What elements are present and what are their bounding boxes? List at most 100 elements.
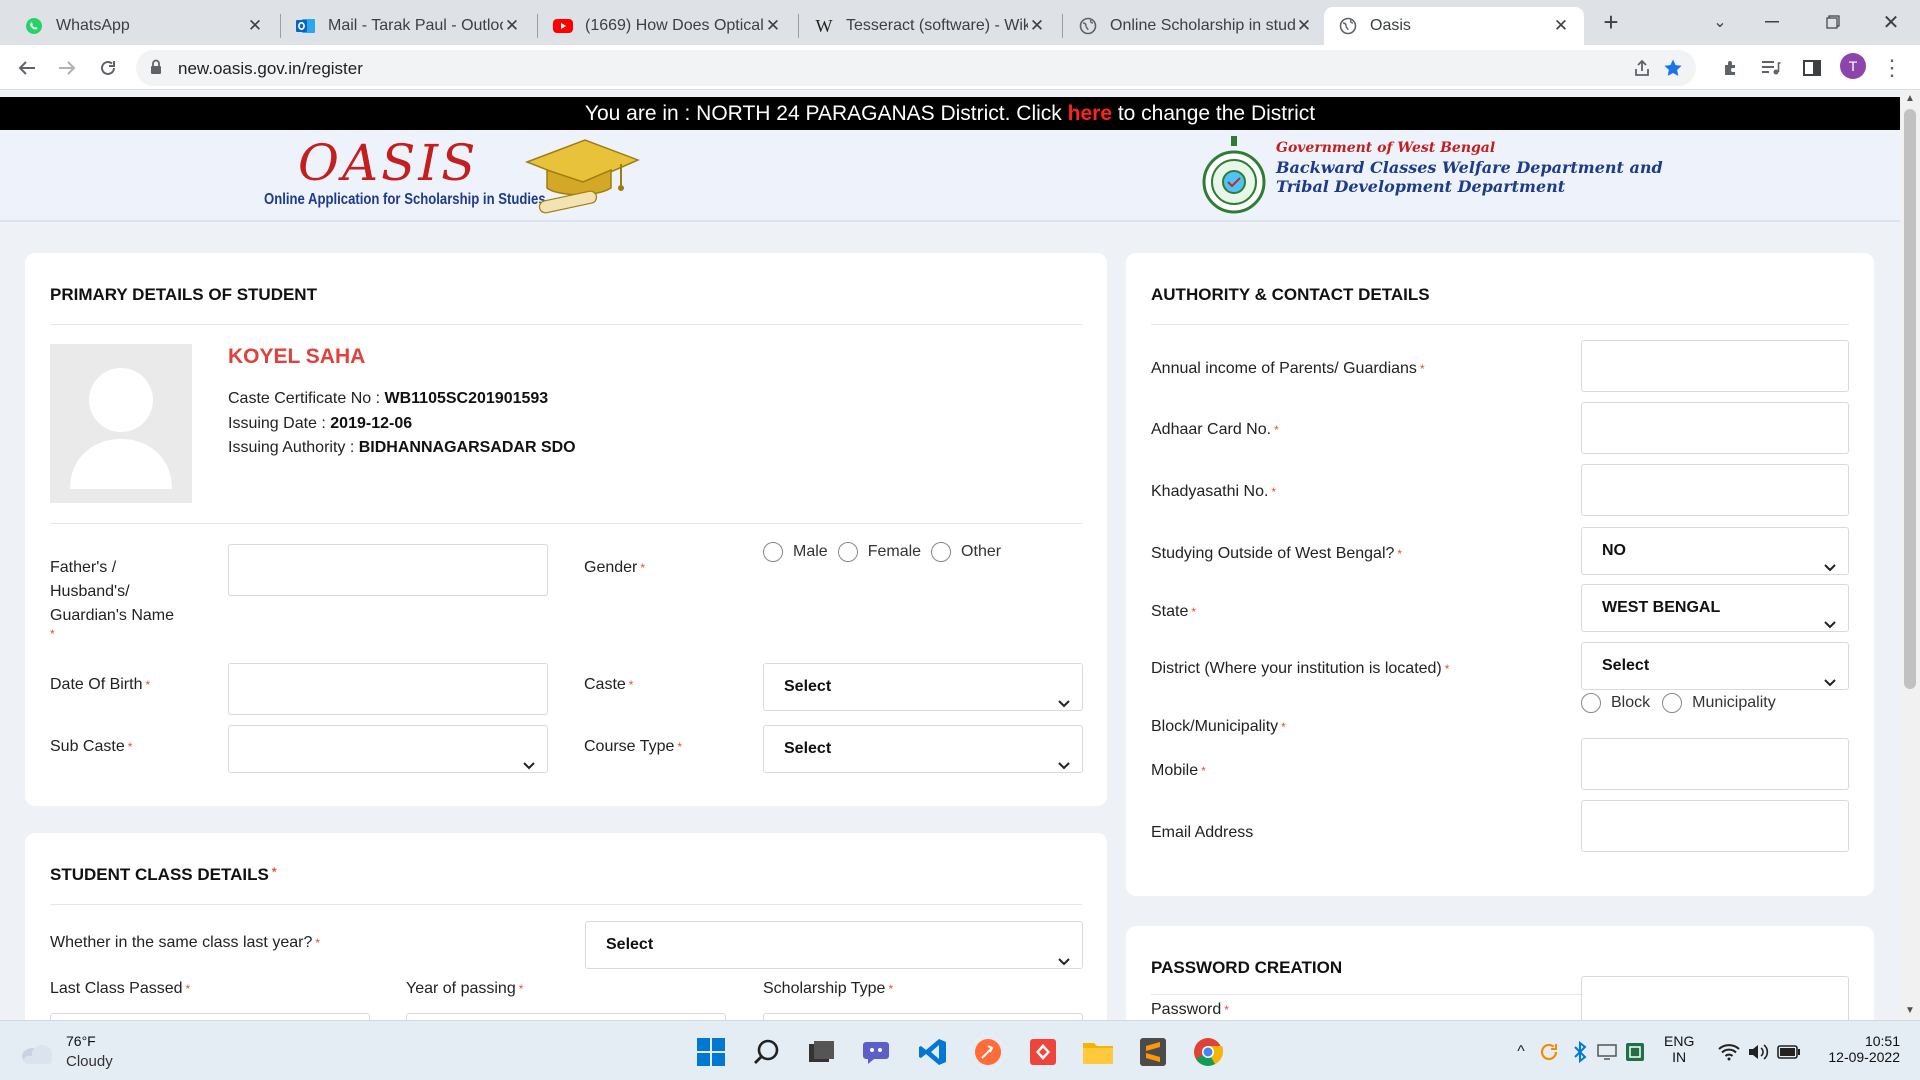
window-close-button[interactable]: ✕ (1871, 4, 1911, 40)
khadyasathi-label-text: Khadyasathi No. (1151, 483, 1269, 500)
scholarship-type-label-text: Scholarship Type (763, 980, 886, 997)
block-radio[interactable] (1581, 693, 1601, 713)
close-icon[interactable]: ✕ (503, 16, 521, 36)
tab-title: Oasis (1370, 17, 1411, 34)
outside-wb-select[interactable]: NO (1581, 527, 1849, 575)
scholarship-type-input[interactable] (763, 1013, 1083, 1020)
close-icon[interactable]: ✕ (246, 16, 264, 36)
restore-button[interactable] (1813, 4, 1853, 40)
course-type-select[interactable]: Select (763, 725, 1083, 773)
page-scrollbar[interactable]: ▲ ▼ (1900, 91, 1920, 1020)
volume-icon[interactable] (1741, 1035, 1775, 1069)
minimize-button[interactable] (1752, 4, 1792, 40)
globe-icon (1338, 16, 1358, 36)
language-code: ENG (1664, 1033, 1695, 1049)
municipality-radio[interactable] (1662, 693, 1683, 713)
vscode-icon[interactable] (916, 1035, 950, 1069)
cloud-weather-icon[interactable] (20, 1037, 54, 1071)
tab-oasis[interactable]: Oasis ✕ (1324, 7, 1584, 45)
khadyasathi-label: Khadyasathi No. * (1151, 480, 1276, 504)
bookmark-star-icon[interactable] (1662, 57, 1684, 79)
battery-icon[interactable] (1772, 1035, 1806, 1069)
required-asterisk: * (640, 561, 646, 575)
anydesk-icon[interactable] (1026, 1035, 1060, 1069)
class-details-title-text: STUDENT CLASS DETAILS (50, 865, 269, 884)
tab-youtube[interactable]: (1669) How Does Optical C ✕ (539, 7, 796, 45)
browser-toolbar: new.oasis.gov.in/register ⋮ (0, 45, 1920, 90)
subcaste-select[interactable] (228, 725, 548, 773)
gender-female-radio[interactable] (837, 542, 858, 562)
tab-outlook[interactable]: Mail - Tarak Paul - Outlook ✕ (282, 7, 535, 45)
media-queue-icon[interactable] (1754, 51, 1788, 85)
state-select[interactable]: WEST BENGAL (1581, 584, 1849, 632)
same-class-select[interactable]: Select (585, 921, 1083, 969)
subcaste-label: Sub Caste * (50, 735, 132, 759)
gender-label-text: Gender (584, 559, 638, 576)
close-icon[interactable]: ✕ (1028, 16, 1046, 36)
file-explorer-icon[interactable] (1081, 1035, 1115, 1069)
close-icon[interactable]: ✕ (1295, 16, 1313, 36)
scroll-down-icon[interactable]: ▼ (1905, 1005, 1915, 1016)
gender-other-radio[interactable] (931, 542, 952, 562)
district-select[interactable]: Select (1581, 642, 1849, 690)
caste-select[interactable]: Select (763, 663, 1083, 711)
gender-label: Gender * (584, 556, 645, 580)
gender-male-radio[interactable] (763, 542, 783, 562)
sync-icon[interactable] (1532, 1035, 1566, 1069)
task-view-icon[interactable] (804, 1035, 838, 1069)
language-indicator[interactable]: ENG IN (1664, 1033, 1694, 1065)
reload-icon[interactable] (91, 51, 125, 85)
dob-input[interactable] (228, 663, 548, 715)
chrome-icon[interactable] (1191, 1035, 1225, 1069)
tab-whatsapp[interactable]: WhatsApp ✕ (10, 7, 278, 45)
menu-kebab-icon[interactable]: ⋮ (1875, 51, 1909, 85)
year-passing-input[interactable] (406, 1013, 726, 1020)
search-icon[interactable] (750, 1035, 784, 1069)
system-clock[interactable]: 10:51 12-09-2022 (1816, 1033, 1900, 1065)
aadhaar-input[interactable] (1581, 402, 1849, 454)
back-arrow-icon[interactable] (10, 51, 44, 85)
district-select-value: Select (1602, 657, 1650, 674)
outside-wb-label: Studying Outside of West Bengal? * (1151, 542, 1402, 566)
share-icon[interactable] (1631, 57, 1653, 79)
scroll-up-icon[interactable]: ▲ (1905, 93, 1915, 104)
state-label: State * (1151, 600, 1196, 624)
password-input[interactable] (1581, 976, 1849, 1020)
mobile-input[interactable] (1581, 738, 1849, 790)
required-asterisk: * (315, 936, 321, 950)
profile-avatar[interactable]: T (1840, 53, 1866, 79)
tab-wikipedia[interactable]: W Tesseract (software) - Wikip ✕ (800, 7, 1060, 45)
email-input[interactable] (1581, 800, 1849, 852)
postman-icon[interactable] (971, 1035, 1005, 1069)
authority-contact-card: AUTHORITY & CONTACT DETAILS Annual incom… (1126, 253, 1874, 896)
sublime-text-icon[interactable] (1136, 1035, 1170, 1069)
spreadsheet-icon[interactable] (1618, 1035, 1652, 1069)
new-tab-button[interactable]: + (1591, 4, 1631, 40)
khadyasathi-input[interactable] (1581, 464, 1849, 516)
gov-title: Government of West Bengal (1276, 140, 1496, 156)
url-text: new.oasis.gov.in/register (178, 59, 363, 78)
side-panel-icon[interactable] (1795, 51, 1829, 85)
tab-search-chevron-icon[interactable]: ⌄ (1700, 4, 1740, 40)
windows-start-icon[interactable] (694, 1035, 728, 1069)
issuing-date-label: Issuing Date : (228, 415, 331, 432)
income-input[interactable] (1581, 340, 1849, 392)
same-class-select-value: Select (606, 936, 654, 953)
forward-arrow-icon[interactable] (50, 51, 84, 85)
guardian-name-input[interactable] (228, 544, 548, 596)
student-name: KOYEL SAHA (228, 345, 366, 368)
block-municipality-label: Block/Municipality * (1151, 715, 1286, 739)
oasis-logo[interactable]: OASIS (298, 134, 478, 192)
lock-icon[interactable] (150, 59, 162, 80)
change-district-link[interactable]: here (1068, 102, 1112, 125)
aadhaar-label: Adhaar Card No. * (1151, 418, 1279, 442)
address-bar[interactable]: new.oasis.gov.in/register (136, 50, 1696, 86)
teams-chat-icon[interactable] (860, 1035, 894, 1069)
extensions-puzzle-icon[interactable] (1714, 51, 1748, 85)
close-icon[interactable]: ✕ (1552, 16, 1570, 36)
tab-scholarship[interactable]: Online Scholarship in studi ✕ (1064, 7, 1327, 45)
last-class-input[interactable] (50, 1013, 370, 1020)
close-icon[interactable]: ✕ (764, 16, 782, 36)
caste-label-text: Caste (584, 676, 626, 693)
scrollbar-thumb[interactable] (1904, 109, 1916, 689)
